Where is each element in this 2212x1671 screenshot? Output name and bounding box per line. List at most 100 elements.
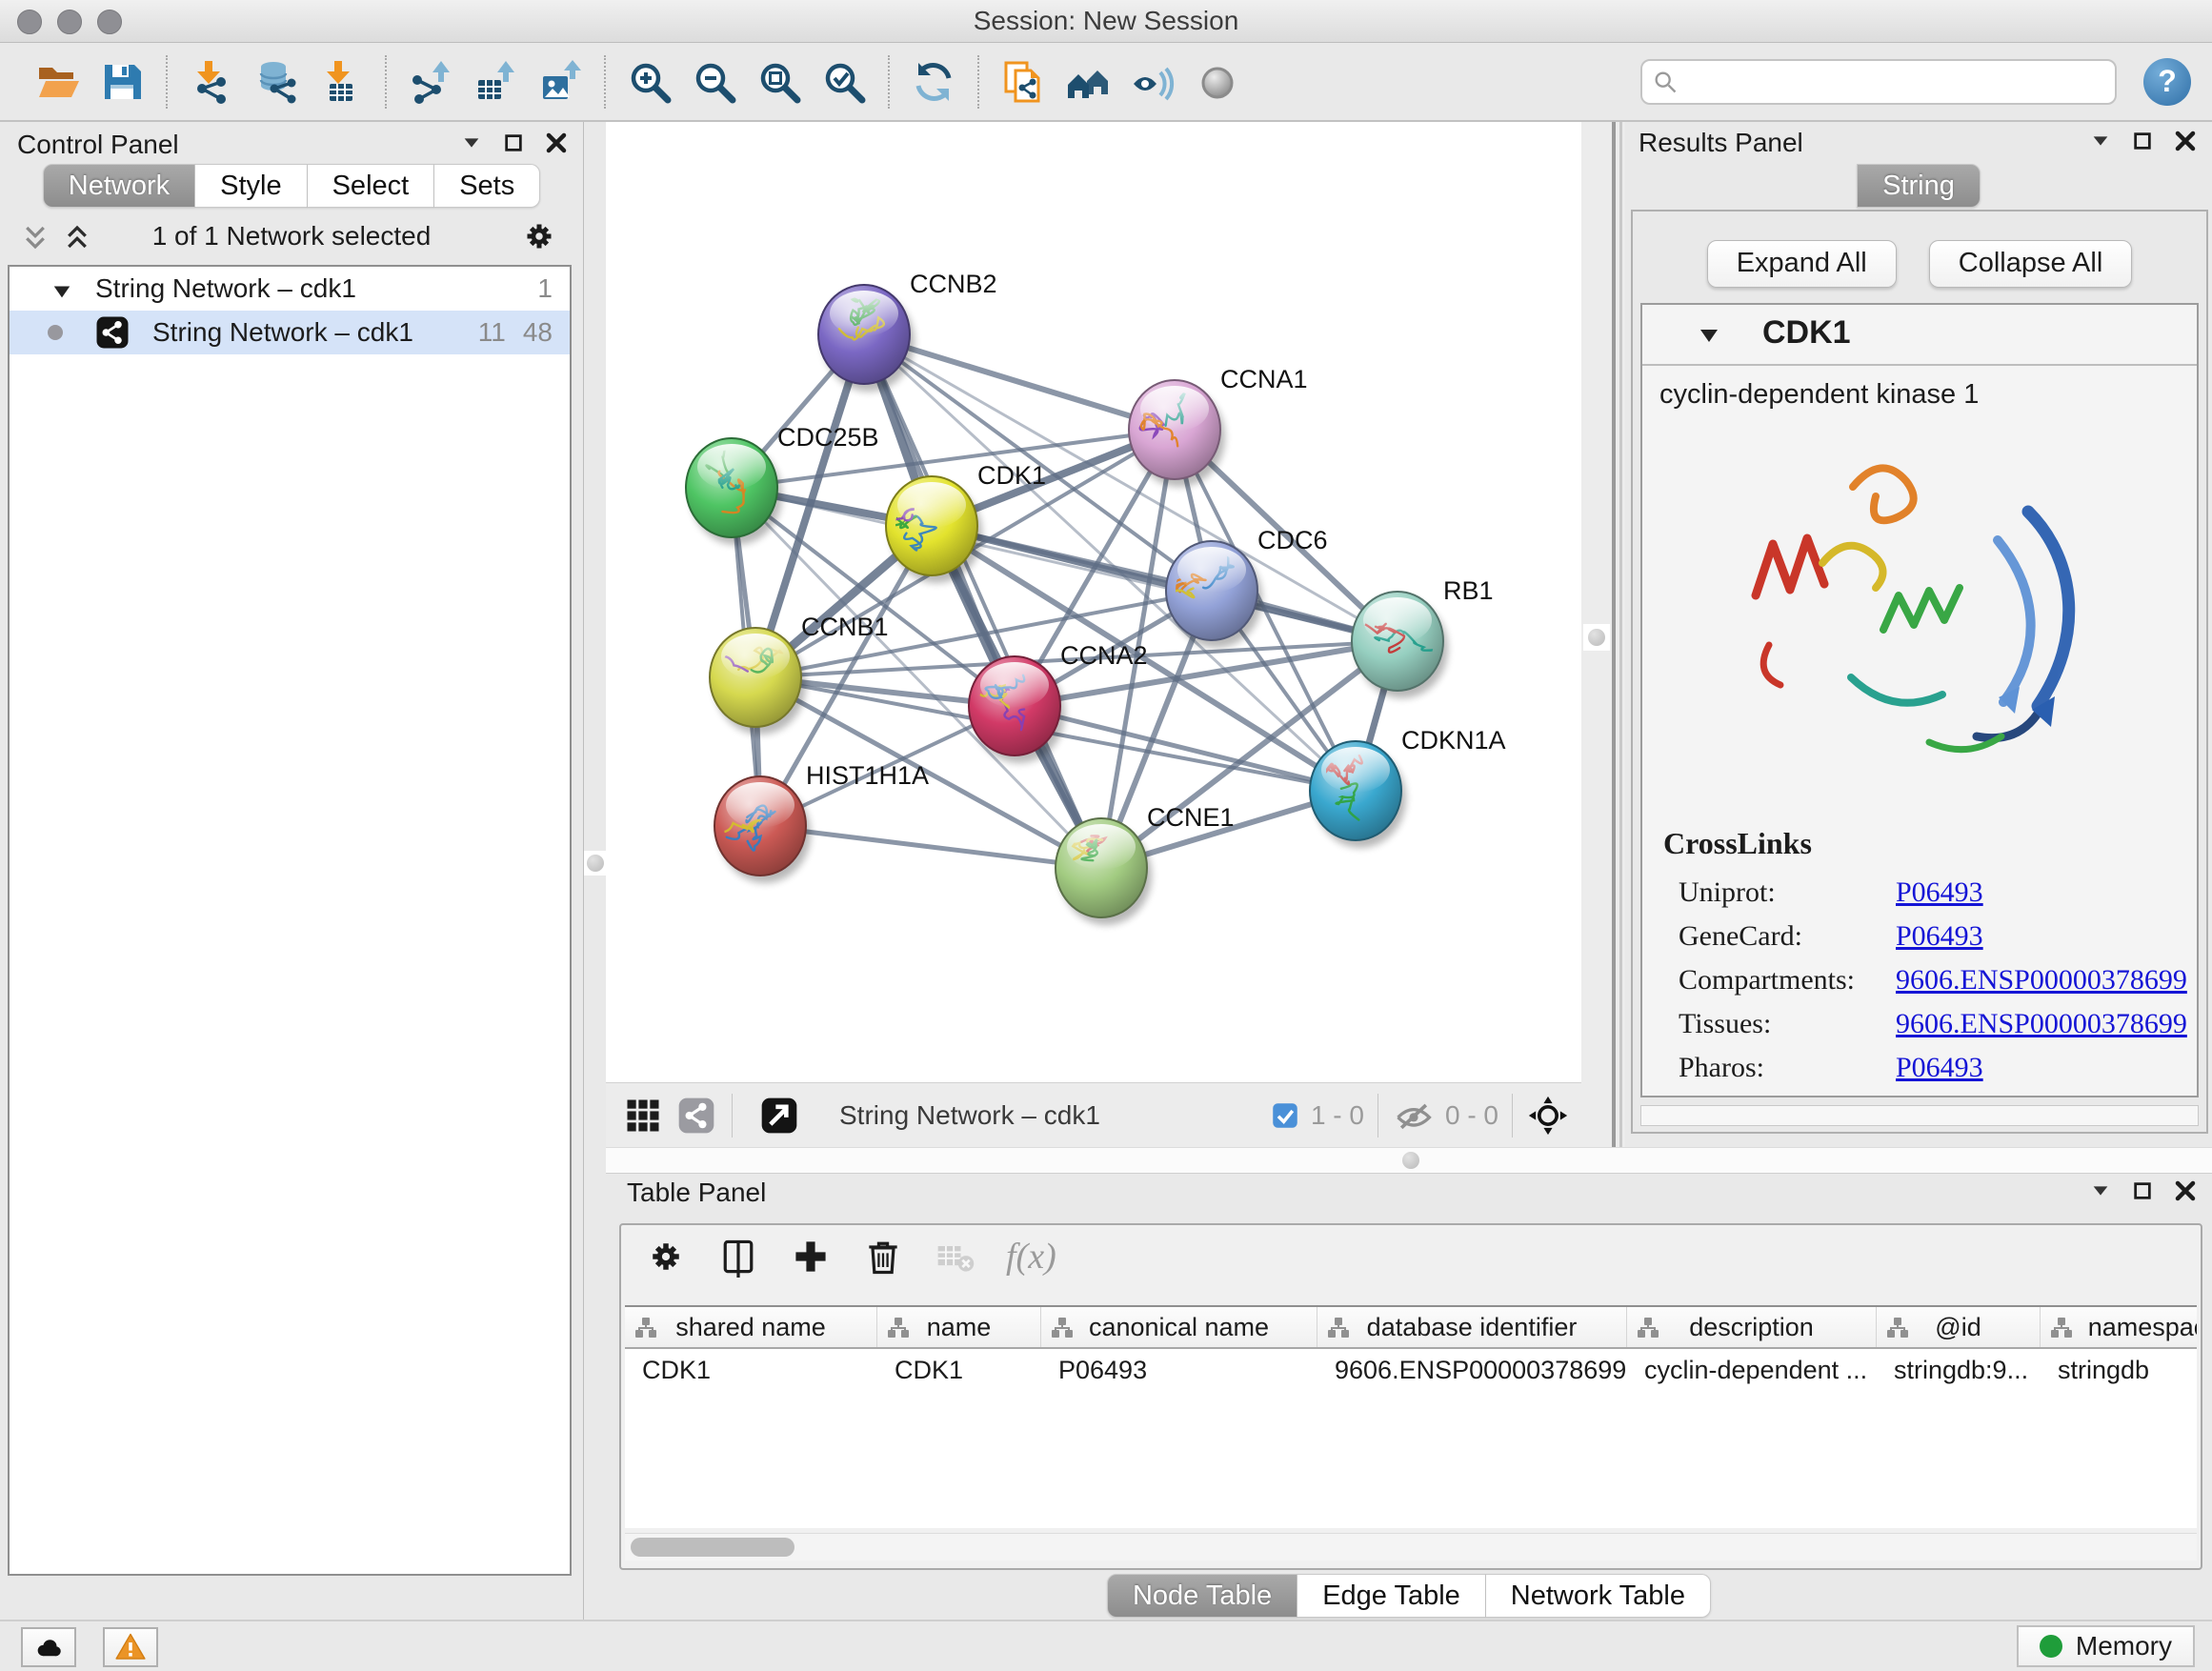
crosslink-value-link[interactable]: P06493 xyxy=(1896,876,1983,909)
export-image-button[interactable] xyxy=(534,56,586,108)
float-panel-icon[interactable] xyxy=(503,132,524,153)
node-label-CDC6: CDC6 xyxy=(1257,526,1328,554)
string-home-button[interactable] xyxy=(1062,56,1114,108)
import-network-button[interactable] xyxy=(186,56,237,108)
network-node-CDKN1A[interactable] xyxy=(1310,741,1406,848)
column-header-description[interactable]: description xyxy=(1627,1307,1877,1347)
horizontal-splitter-handle[interactable] xyxy=(1397,1150,1425,1171)
tab-sets[interactable]: Sets xyxy=(434,164,540,208)
horizontal-splitter[interactable] xyxy=(606,1147,2212,1174)
expand-all-button[interactable]: Expand All xyxy=(1707,240,1897,288)
close-panel-icon[interactable] xyxy=(545,131,568,154)
table-options-gear-icon[interactable] xyxy=(644,1235,688,1278)
collapse-panel-icon[interactable] xyxy=(2090,131,2111,151)
import-network-database-button[interactable] xyxy=(251,56,302,108)
network-row[interactable]: String Network – cdk1 11 48 xyxy=(10,311,570,354)
show-columns-icon[interactable] xyxy=(716,1235,760,1278)
collapse-all-button[interactable]: Collapse All xyxy=(1929,240,2133,288)
export-table-button[interactable] xyxy=(470,56,521,108)
close-panel-icon[interactable] xyxy=(2174,130,2197,152)
tab-string[interactable]: String xyxy=(1857,164,1981,208)
table-scrollbar-track[interactable] xyxy=(625,1533,2197,1560)
memory-button[interactable]: Memory xyxy=(2017,1625,2195,1667)
string-visibility-button[interactable] xyxy=(1127,56,1178,108)
close-panel-icon[interactable] xyxy=(2174,1179,2197,1202)
tab-edge-table[interactable]: Edge Table xyxy=(1297,1574,1486,1618)
search-input[interactable] xyxy=(1640,59,2117,105)
network-node-HIST1H1A[interactable] xyxy=(714,776,811,883)
network-canvas[interactable]: CCNB2CCNA1CDC25BCDK1CDC6RB1CCNB1CCNA2CDK… xyxy=(606,122,1581,1082)
add-column-icon[interactable] xyxy=(789,1235,833,1278)
copy-network-button[interactable] xyxy=(997,56,1049,108)
cloud-button[interactable] xyxy=(21,1627,76,1667)
table-scrollbar-thumb[interactable] xyxy=(631,1538,794,1557)
crosslink-row: Uniprot:P06493 xyxy=(1663,871,2197,915)
tab-network-table[interactable]: Network Table xyxy=(1486,1574,1711,1618)
tab-style[interactable]: Style xyxy=(195,164,307,208)
refresh-button[interactable] xyxy=(908,56,959,108)
zoom-in-button[interactable] xyxy=(624,56,675,108)
float-panel-icon[interactable] xyxy=(2132,131,2153,151)
network-collection-row[interactable]: String Network – cdk1 1 xyxy=(10,267,570,311)
copy-network-icon xyxy=(1000,59,1046,105)
export-network-button[interactable] xyxy=(405,56,456,108)
node-label-CDC25B: CDC25B xyxy=(777,423,879,452)
network-share-icon[interactable] xyxy=(674,1094,718,1137)
zoom-fit-button[interactable] xyxy=(754,56,805,108)
network-node-CDC6[interactable] xyxy=(1166,541,1262,648)
disclosure-triangle-icon[interactable] xyxy=(51,278,72,299)
memory-label: Memory xyxy=(2076,1631,2172,1661)
status-bar: Memory xyxy=(0,1620,2212,1671)
collapse-panel-icon[interactable] xyxy=(2090,1180,2111,1201)
column-header-name[interactable]: name xyxy=(877,1307,1041,1347)
zoom-selected-icon xyxy=(821,59,867,105)
collapse-panel-icon[interactable] xyxy=(461,132,482,153)
warnings-button[interactable] xyxy=(103,1627,158,1667)
right-splitter[interactable] xyxy=(1581,122,1625,1147)
string-home-icon xyxy=(1065,59,1111,105)
tab-node-table[interactable]: Node Table xyxy=(1107,1574,1297,1618)
help-button[interactable]: ? xyxy=(2143,58,2191,106)
save-button[interactable] xyxy=(96,56,148,108)
table-row[interactable]: CDK1CDK1P064939606.ENSP00000378699cyclin… xyxy=(625,1349,2197,1391)
network-options-gear-icon[interactable] xyxy=(520,217,558,255)
left-splitter[interactable] xyxy=(583,122,607,1623)
hidden-eye-icon[interactable] xyxy=(1392,1094,1436,1137)
disclosure-triangle-icon[interactable] xyxy=(1698,324,1720,347)
zoom-selected-button[interactable] xyxy=(818,56,870,108)
column-header-database-identifier[interactable]: database identifier xyxy=(1317,1307,1627,1347)
tab-network[interactable]: Network xyxy=(43,164,195,208)
tab-select[interactable]: Select xyxy=(308,164,435,208)
column-header-namespace[interactable]: namespace xyxy=(2041,1307,2197,1347)
detach-view-icon[interactable] xyxy=(757,1094,801,1137)
birdseye-grid-icon[interactable] xyxy=(621,1094,665,1137)
results-scrollbar-track[interactable] xyxy=(1640,1105,2199,1126)
left-splitter-handle[interactable] xyxy=(584,851,607,876)
import-table-button[interactable] xyxy=(315,56,367,108)
crosslink-value-link[interactable]: P06493 xyxy=(1896,1052,1983,1084)
crosslink-value-link[interactable]: P06493 xyxy=(1896,920,1983,953)
right-splitter-handle[interactable] xyxy=(1583,624,1610,651)
network-node-CCNE1[interactable] xyxy=(1056,818,1152,925)
string-results-container: Expand All Collapse All CDK1 cyclin-depe… xyxy=(1631,210,2208,1134)
network-edge-HIST1H1A-CCNE1[interactable] xyxy=(760,826,1101,868)
selected-checkbox-icon[interactable] xyxy=(1269,1094,1301,1137)
crosslink-value-link[interactable]: 9606.ENSP00000378699 xyxy=(1896,964,2187,997)
crosslink-value-link[interactable]: 9606.ENSP00000378699 xyxy=(1896,1008,2187,1040)
open-button[interactable] xyxy=(31,56,83,108)
network-node-CDC25B[interactable] xyxy=(686,438,782,545)
import-table-icon xyxy=(318,59,364,105)
glass-ball-button[interactable] xyxy=(1192,56,1243,108)
network-node-CCNB1[interactable] xyxy=(693,628,806,735)
titlebar: Session: New Session xyxy=(0,0,2212,43)
fit-selected-crosshair-icon[interactable] xyxy=(1526,1094,1570,1137)
zoom-out-button[interactable] xyxy=(689,56,740,108)
delete-column-icon[interactable] xyxy=(861,1235,905,1278)
network-node-CCNB2[interactable] xyxy=(818,285,915,392)
column-header--id[interactable]: @id xyxy=(1877,1307,2041,1347)
float-panel-icon[interactable] xyxy=(2132,1180,2153,1201)
column-header-canonical-name[interactable]: canonical name xyxy=(1041,1307,1317,1347)
network-node-CDK1[interactable] xyxy=(855,476,982,583)
column-header-shared-name[interactable]: shared name xyxy=(625,1307,877,1347)
network-node-CCNA1[interactable] xyxy=(1129,380,1225,487)
